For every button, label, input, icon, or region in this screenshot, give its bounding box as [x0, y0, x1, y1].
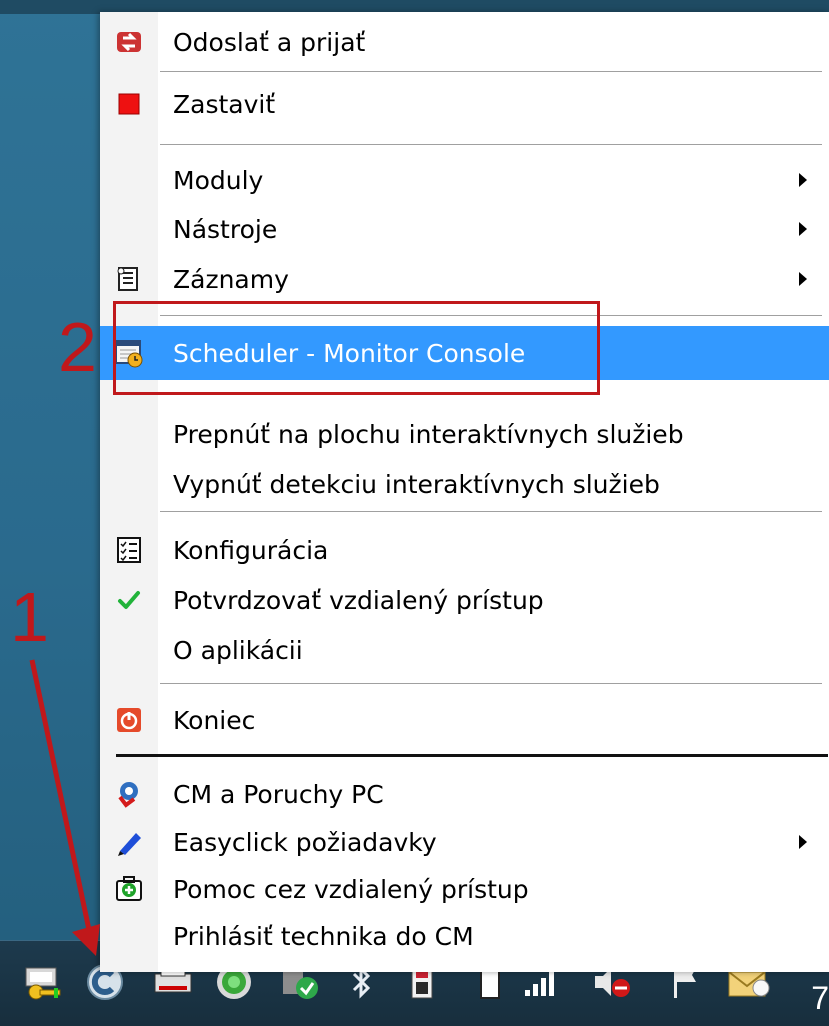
menu-item-exit[interactable]: Koniec — [100, 696, 829, 744]
annotation-number-1: 1 — [10, 578, 49, 656]
menu-separator — [160, 144, 822, 146]
scheduler-icon — [114, 338, 144, 368]
menu-separator-thick — [116, 754, 828, 757]
menu-item-switch-desktop[interactable]: Prepnúť na plochu interaktívnych služieb — [100, 410, 829, 458]
menu-item-stop[interactable]: Zastaviť — [100, 80, 829, 128]
menu-item-label: Nástroje — [173, 214, 278, 244]
menu-item-login-technician[interactable]: Prihlásiť technika do CM — [100, 912, 829, 960]
menu-item-records[interactable]: Záznamy — [100, 255, 829, 303]
menu-item-scheduler[interactable]: Scheduler - Monitor Console — [100, 326, 829, 380]
stop-icon — [114, 89, 144, 119]
menu-item-label: Zastaviť — [173, 89, 276, 119]
menu-item-label: Konfigurácia — [173, 535, 329, 565]
menu-item-label: Vypnúť detekciu interaktívnych služieb — [173, 469, 660, 499]
submenu-arrow-icon — [799, 173, 807, 187]
menu-separator — [160, 683, 822, 685]
menu-item-easyclick[interactable]: Easyclick požiadavky — [100, 818, 829, 866]
menu-separator — [160, 71, 822, 73]
checklist-icon — [114, 535, 144, 565]
menu-item-remote-help[interactable]: Pomoc cez vzdialený prístup — [100, 865, 829, 913]
check-icon — [114, 585, 144, 615]
menu-item-label: O aplikácii — [173, 635, 303, 665]
records-icon — [114, 264, 144, 294]
submenu-arrow-icon — [799, 222, 807, 236]
cm-icon — [114, 779, 144, 809]
menu-item-label: Odoslať a prijať — [173, 27, 366, 57]
menu-separator — [160, 511, 822, 513]
menu-items-container: Odoslať a prijať Zastaviť Moduly Nástroj… — [100, 12, 829, 972]
menu-item-send-receive[interactable]: Odoslať a prijať — [100, 18, 829, 66]
menu-item-label: Koniec — [173, 705, 256, 735]
submenu-arrow-icon — [799, 272, 807, 286]
first-aid-icon — [114, 874, 144, 904]
taskbar-clock[interactable]: 7 — [811, 980, 829, 1017]
menu-item-modules[interactable]: Moduly — [100, 156, 829, 204]
pen-icon — [114, 827, 144, 857]
menu-item-confirm-remote-access[interactable]: Potvrdzovať vzdialený prístup — [100, 576, 829, 624]
menu-item-label: Easyclick požiadavky — [173, 827, 437, 857]
menu-item-label: Scheduler - Monitor Console — [173, 338, 526, 368]
menu-item-label: Potvrdzovať vzdialený prístup — [173, 585, 544, 615]
menu-item-tools[interactable]: Nástroje — [100, 205, 829, 253]
send-receive-icon — [114, 27, 144, 57]
menu-item-label: CM a Poruchy PC — [173, 779, 384, 809]
menu-item-cm-faults[interactable]: CM a Poruchy PC — [100, 770, 829, 818]
menu-separator — [160, 315, 822, 317]
menu-item-label: Pomoc cez vzdialený prístup — [173, 874, 529, 904]
annotation-number-2: 2 — [58, 308, 97, 386]
menu-item-disable-detection[interactable]: Vypnúť detekciu interaktívnych služieb — [100, 460, 829, 508]
power-icon — [114, 705, 144, 735]
menu-item-configuration[interactable]: Konfigurácia — [100, 526, 829, 574]
menu-item-label: Prihlásiť technika do CM — [173, 921, 474, 951]
menu-item-label: Moduly — [173, 165, 264, 195]
menu-item-label: Záznamy — [173, 264, 289, 294]
key-app-icon[interactable] — [18, 958, 70, 1006]
menu-item-label: Prepnúť na plochu interaktívnych služieb — [173, 419, 684, 449]
submenu-arrow-icon — [799, 835, 807, 849]
menu-item-about[interactable]: O aplikácii — [100, 626, 829, 674]
